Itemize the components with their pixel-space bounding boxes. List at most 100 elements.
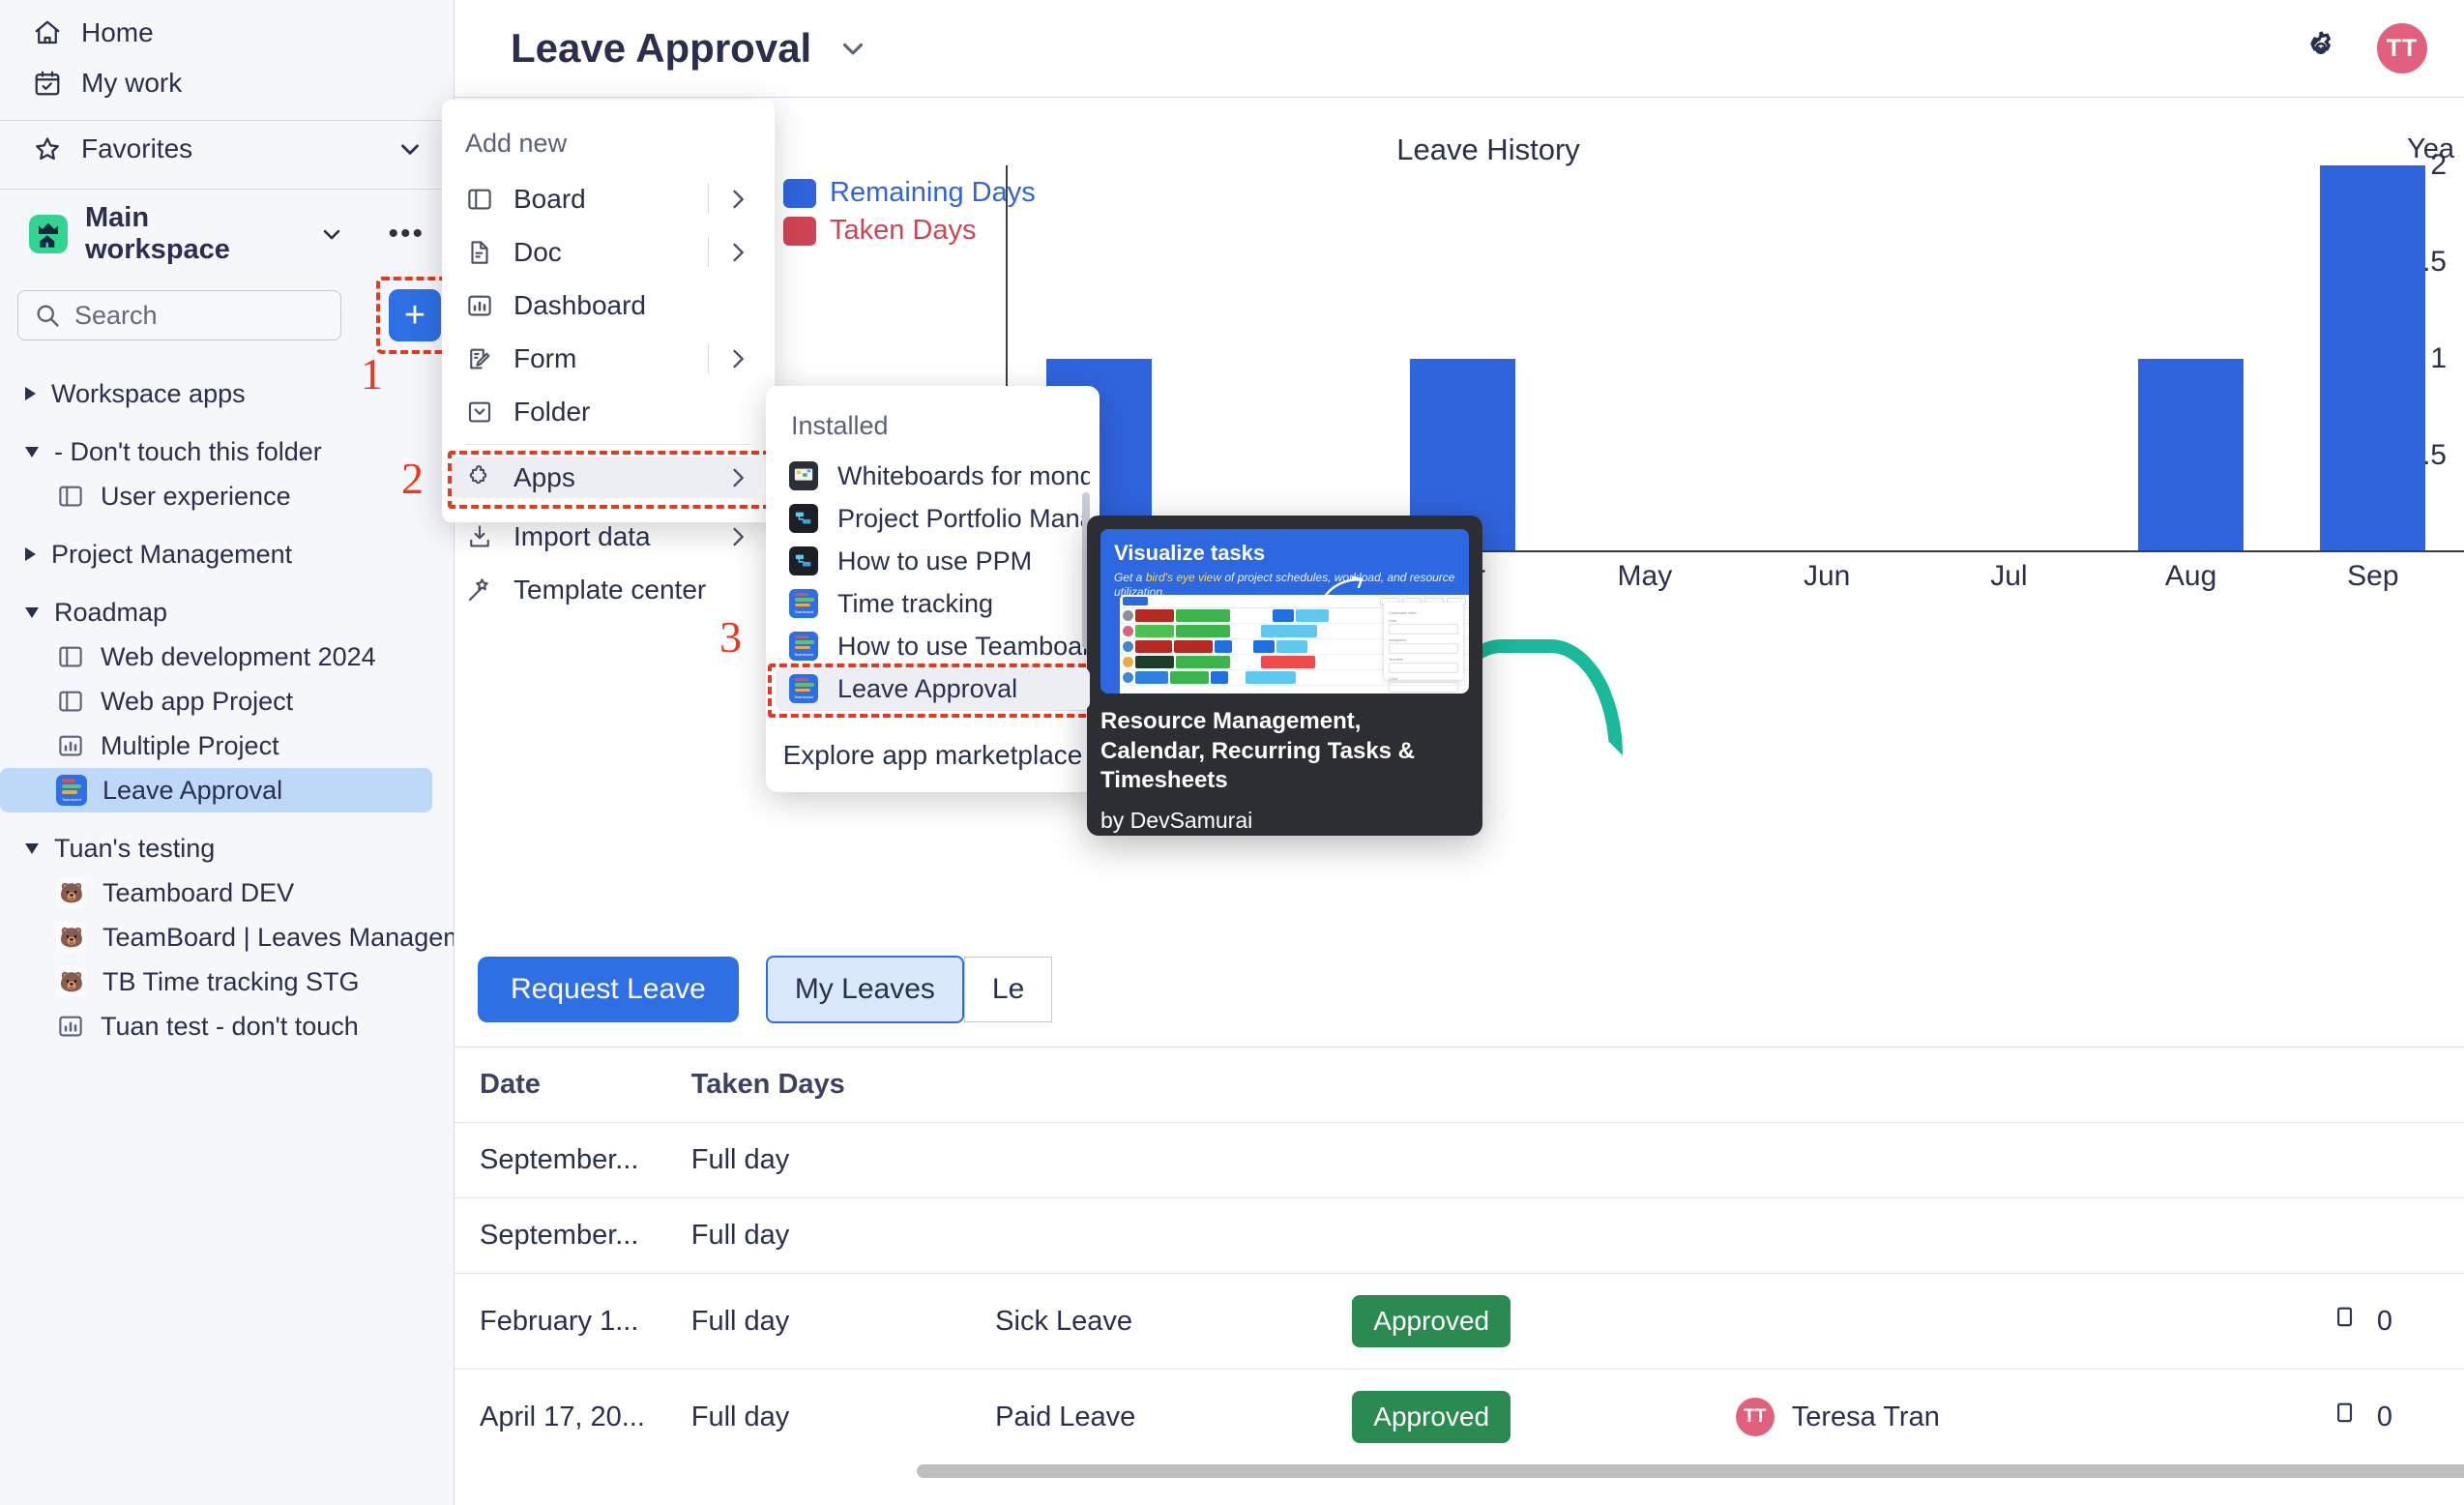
- horizontal-scrollbar[interactable]: [917, 1464, 2464, 1478]
- cell-taken-days: Full day: [690, 1401, 790, 1432]
- tab-my-leaves[interactable]: My Leaves: [765, 956, 964, 1023]
- sidebar-item-home[interactable]: Home: [0, 8, 454, 58]
- tab-leaves[interactable]: Le: [963, 957, 1053, 1022]
- app-item-time-tracking[interactable]: Teamboard Time tracking: [776, 582, 1090, 625]
- chevron-right-icon[interactable]: [724, 464, 751, 491]
- menu-item-board[interactable]: Board: [452, 178, 765, 220]
- add-new-button[interactable]: +: [389, 289, 441, 341]
- cell-taken-days: Full day: [690, 1305, 790, 1337]
- app-item-whiteboards[interactable]: Whiteboards for monday.com: [776, 455, 1090, 497]
- chart-bar-slot[interactable]: [2100, 165, 2282, 552]
- sidebar-item-tuans-testing[interactable]: Tuan's testing: [0, 826, 454, 871]
- column-header-type[interactable]: [970, 1048, 1327, 1123]
- menu-item-label: Folder: [513, 396, 591, 427]
- cell-person: [1711, 1198, 2305, 1274]
- copy-icon[interactable]: [2331, 1400, 2358, 1434]
- chevron-right-icon[interactable]: [724, 345, 751, 372]
- dashboard-icon: [56, 731, 85, 760]
- menu-item-apps[interactable]: Apps: [452, 457, 765, 498]
- person-name: Teresa Tran: [1791, 1401, 1940, 1432]
- sidebar-item-my-work[interactable]: My work: [0, 58, 454, 108]
- sidebar-item-multiple-project[interactable]: Multiple Project: [0, 723, 454, 768]
- app-item-how-to-use-teamboard[interactable]: Teamboard How to use Teamboard: [776, 625, 1090, 667]
- chevron-right-icon[interactable]: [724, 523, 751, 550]
- sidebar-item-project-management[interactable]: Project Management: [0, 532, 454, 576]
- workspace-crown-home-icon: [29, 215, 68, 253]
- column-header-person[interactable]: [1711, 1048, 2305, 1123]
- sidebar-item-dont-touch-folder[interactable]: - Don't touch this folder: [0, 429, 454, 474]
- workspace-selector[interactable]: Main workspace •••: [0, 202, 454, 265]
- cell-date: September...: [480, 1220, 639, 1251]
- sidebar-item-label: Leave Approval: [103, 775, 283, 805]
- chevron-down-icon[interactable]: [318, 221, 345, 248]
- sidebar-item-workspace-apps[interactable]: Workspace apps: [0, 371, 454, 416]
- table-row[interactable]: April 17, 20... Full day Paid Leave Appr…: [455, 1369, 2464, 1465]
- column-header-taken-days[interactable]: Taken Days: [666, 1048, 970, 1123]
- legend-item-taken-days[interactable]: Taken Days: [783, 215, 1036, 247]
- chart-bar-slot[interactable]: [1372, 165, 1554, 552]
- sidebar-item-tb-time-tracking-stg[interactable]: 🐻 TB Time tracking STG: [0, 959, 454, 1004]
- sidebar-item-user-experience[interactable]: User experience: [0, 474, 454, 518]
- sidebar-item-roadmap[interactable]: Roadmap: [0, 590, 454, 634]
- app-item-how-to-use-ppm[interactable]: How to use PPM: [776, 540, 1090, 582]
- legend-item-remaining-days[interactable]: Remaining Days: [783, 177, 1036, 209]
- column-header-count[interactable]: [2305, 1048, 2464, 1123]
- mini-field: [1389, 682, 1458, 693]
- workspace-name: Main workspace: [85, 202, 230, 265]
- menu-item-doc[interactable]: Doc: [452, 231, 765, 273]
- app-item-ppm[interactable]: Project Portfolio Management: [776, 497, 1090, 540]
- chevron-down-icon: [25, 606, 39, 618]
- chart-bar-slot[interactable]: [1554, 165, 1736, 552]
- search-input[interactable]: Search: [17, 290, 341, 340]
- column-header-status[interactable]: [1327, 1048, 1710, 1123]
- chevron-right-icon[interactable]: [724, 186, 751, 213]
- menu-item-import-data[interactable]: Import data: [452, 516, 765, 557]
- menu-item-label: Doc: [513, 236, 562, 267]
- mini-field: [1389, 624, 1458, 634]
- avatar[interactable]: TT: [2377, 23, 2427, 74]
- sidebar-item-teamboard-dev[interactable]: 🐻 Teamboard DEV: [0, 871, 454, 915]
- explore-app-marketplace-link[interactable]: Explore app marketplace: [766, 740, 1100, 771]
- sidebar-item-label: Web development 2024: [101, 641, 376, 671]
- bear-mascot-icon: 🐻: [56, 922, 87, 953]
- sidebar-item-label: Home: [81, 17, 154, 47]
- legend-label: Taken Days: [830, 215, 977, 246]
- teamboard-app-icon: Teamboard: [789, 589, 818, 618]
- column-header-date[interactable]: Date: [455, 1048, 666, 1123]
- mini-customize-panel: Customize View Hour Assignees Timeline C…: [1384, 603, 1463, 693]
- form-icon: [465, 344, 494, 373]
- sidebar-item-web-app-project[interactable]: Web app Project: [0, 679, 454, 723]
- chevron-down-icon[interactable]: [396, 134, 425, 163]
- table-row[interactable]: September... Full day: [455, 1197, 2464, 1274]
- page-title: Leave Approval: [511, 25, 812, 71]
- chart-bar-slot[interactable]: [1189, 165, 1371, 552]
- sidebar-item-tuan-test-dont-touch[interactable]: Tuan test - don't touch: [0, 1004, 454, 1048]
- chart-bar-slot[interactable]: [1736, 165, 1918, 552]
- chart-bar-slot[interactable]: [1918, 165, 2099, 552]
- sidebar-item-leave-approval[interactable]: Teamboard Leave Approval: [0, 768, 432, 812]
- sidebar-item-teamboard-leaves-management[interactable]: 🐻 TeamBoard | Leaves Management: [0, 915, 454, 959]
- cell-taken-days: Full day: [690, 1220, 790, 1251]
- sidebar-divider-2: [0, 189, 454, 190]
- sidebar-item-favorites[interactable]: Favorites: [0, 121, 454, 177]
- chart-bar-slot[interactable]: [2282, 165, 2464, 552]
- gear-icon[interactable]: [2303, 31, 2338, 66]
- chevron-down-icon[interactable]: [836, 32, 869, 65]
- table-row[interactable]: February 1... Full day Sick Leave Approv…: [455, 1273, 2464, 1370]
- request-leave-button[interactable]: Request Leave: [478, 957, 739, 1022]
- menu-item-folder[interactable]: Folder: [452, 391, 765, 432]
- chevron-right-icon: [25, 387, 36, 400]
- table-row[interactable]: September... Full day: [455, 1122, 2464, 1198]
- menu-item-dashboard[interactable]: Dashboard: [452, 284, 765, 326]
- cell-person: [1711, 1123, 2305, 1198]
- menu-item-form[interactable]: Form: [452, 338, 765, 379]
- doc-icon: [465, 238, 494, 267]
- chevron-right-icon[interactable]: [724, 239, 751, 266]
- sidebar-item-label: - Don't touch this folder: [54, 436, 322, 466]
- menu-item-template-center[interactable]: Template center: [452, 569, 765, 610]
- workspace-more-icon[interactable]: •••: [388, 220, 425, 249]
- app-item-leave-approval[interactable]: Teamboard Leave Approval: [776, 667, 1090, 710]
- sidebar-item-web-development-2024[interactable]: Web development 2024: [0, 634, 454, 679]
- template-magic-wand-icon: [465, 575, 494, 605]
- copy-icon[interactable]: [2331, 1304, 2358, 1339]
